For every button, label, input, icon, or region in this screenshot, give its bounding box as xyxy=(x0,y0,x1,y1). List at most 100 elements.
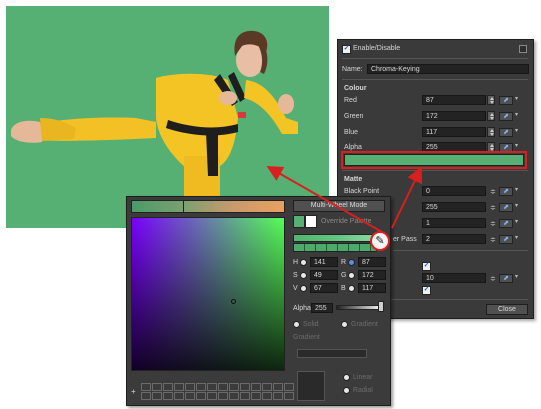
swatch-cell[interactable] xyxy=(185,392,195,400)
filter-pass-field[interactable]: 2 xyxy=(422,234,486,244)
swatch-cell[interactable] xyxy=(152,392,162,400)
green-spinner[interactable] xyxy=(487,111,495,121)
swatch-cell[interactable] xyxy=(152,383,162,391)
matte-gamma-field[interactable]: 1 xyxy=(422,218,486,228)
option-checkbox-2[interactable]: ✓ xyxy=(422,286,431,295)
blue-channel-radio[interactable] xyxy=(348,285,355,292)
red-field[interactable]: 87 xyxy=(422,95,486,105)
white-point-function-button[interactable]: ⬈ xyxy=(499,203,513,212)
swatch-cell[interactable] xyxy=(163,392,173,400)
override-palette-label[interactable]: Override Palette xyxy=(321,218,372,225)
swatch-cell[interactable] xyxy=(284,392,294,400)
swatch-cell[interactable] xyxy=(196,392,206,400)
hue-radio[interactable] xyxy=(300,259,307,266)
blue-function-button[interactable]: ⬈ xyxy=(499,128,513,137)
tone-strip[interactable] xyxy=(293,243,377,252)
karate-figure-illustration xyxy=(11,30,298,196)
green-field[interactable]: 172 xyxy=(422,111,486,121)
divider xyxy=(342,58,528,59)
swatch-cell[interactable] xyxy=(251,383,261,391)
value-radio[interactable] xyxy=(300,285,307,292)
red-channel-label: R xyxy=(341,259,347,266)
filter-pass-dropdown-icon[interactable]: ▾ xyxy=(515,234,521,243)
extra-stepper-icon[interactable]: ≑ xyxy=(490,275,496,283)
radial-radio[interactable] xyxy=(343,387,350,394)
extra-dropdown-icon[interactable]: ▾ xyxy=(515,273,521,282)
swatch-cell[interactable] xyxy=(229,392,239,400)
matte-gamma-dropdown-icon[interactable]: ▾ xyxy=(515,218,521,227)
swatch-cell[interactable] xyxy=(196,383,206,391)
matte-stepper-icon[interactable]: ≑ xyxy=(490,236,496,244)
enable-checkbox[interactable]: ✓ xyxy=(342,45,351,54)
option-checkbox-1[interactable]: ✓ xyxy=(422,262,431,271)
green-channel-field[interactable]: 172 xyxy=(358,270,386,280)
white-point-dropdown-icon[interactable]: ▾ xyxy=(515,202,521,211)
green-dropdown-icon[interactable]: ▾ xyxy=(515,111,521,120)
red-channel-radio[interactable] xyxy=(348,259,355,266)
colour-selector-cursor[interactable] xyxy=(231,299,236,304)
black-point-field[interactable]: 0 xyxy=(422,186,486,196)
linear-label: Linear xyxy=(353,374,373,381)
solid-radio[interactable] xyxy=(293,321,300,328)
matte-stepper-icon[interactable]: ≑ xyxy=(490,204,496,212)
swatch-cell[interactable] xyxy=(262,383,272,391)
red-dropdown-icon[interactable]: ▾ xyxy=(515,95,521,104)
colour-history-bar[interactable] xyxy=(131,200,285,213)
swatch-cell[interactable] xyxy=(262,392,272,400)
swatch-cell[interactable] xyxy=(141,383,151,391)
swatch-cell[interactable] xyxy=(141,392,151,400)
blue-field[interactable]: 117 xyxy=(422,127,486,137)
blue-spinner[interactable] xyxy=(487,127,495,137)
linear-radio[interactable] xyxy=(343,374,350,381)
swatch-cell[interactable] xyxy=(163,383,173,391)
gradient-radio[interactable] xyxy=(341,321,348,328)
swatch-cell[interactable] xyxy=(174,383,184,391)
matte-stepper-icon[interactable]: ≑ xyxy=(490,188,496,196)
swatch-cell[interactable] xyxy=(207,383,217,391)
swatch-cell[interactable] xyxy=(251,392,261,400)
swatch-cell[interactable] xyxy=(207,392,217,400)
alpha-dropdown-icon[interactable]: ▾ xyxy=(515,142,521,151)
value-strip[interactable] xyxy=(293,234,377,242)
matte-stepper-icon[interactable]: ≑ xyxy=(490,220,496,228)
hue-field[interactable]: 141 xyxy=(310,257,338,267)
alpha-value-field[interactable]: 255 xyxy=(311,303,333,313)
swatch-cell[interactable] xyxy=(284,383,294,391)
close-button[interactable]: Close xyxy=(486,304,528,315)
alpha-slider-handle[interactable] xyxy=(378,301,384,312)
swatch-cell[interactable] xyxy=(240,392,250,400)
panel-toggle-checkbox[interactable] xyxy=(519,45,527,53)
green-function-button[interactable]: ⬈ xyxy=(499,112,513,121)
alpha-slider-track[interactable] xyxy=(336,305,380,310)
saturation-radio[interactable] xyxy=(300,272,307,279)
swatch-cell[interactable] xyxy=(240,383,250,391)
add-swatch-icon[interactable]: + xyxy=(131,387,136,396)
saturation-field[interactable]: 49 xyxy=(310,270,338,280)
swatch-cell[interactable] xyxy=(218,383,228,391)
value-field[interactable]: 67 xyxy=(310,283,338,293)
filter-pass-function-button[interactable]: ⬈ xyxy=(499,235,513,244)
matte-gamma-function-button[interactable]: ⬈ xyxy=(499,219,513,228)
extra-value-field[interactable]: 10 xyxy=(422,273,486,283)
swatch-cell[interactable] xyxy=(229,383,239,391)
blue-channel-field[interactable]: 117 xyxy=(358,283,386,293)
swatch-cell[interactable] xyxy=(185,383,195,391)
swatch-cell[interactable] xyxy=(273,392,283,400)
red-channel-field[interactable]: 87 xyxy=(358,257,386,267)
extra-function-button[interactable]: ⬈ xyxy=(499,274,513,283)
colour-spectrum-square[interactable] xyxy=(131,217,285,371)
white-point-field[interactable]: 255 xyxy=(422,202,486,212)
red-spinner[interactable] xyxy=(487,95,495,105)
black-point-function-button[interactable]: ⬈ xyxy=(499,187,513,196)
swatch-cell[interactable] xyxy=(174,392,184,400)
black-point-dropdown-icon[interactable]: ▾ xyxy=(515,186,521,195)
green-channel-radio[interactable] xyxy=(348,272,355,279)
layer-name-field[interactable]: Chroma-Keying xyxy=(367,64,529,74)
red-function-button[interactable]: ⬈ xyxy=(499,96,513,105)
gradient-preview-bar[interactable] xyxy=(297,349,367,358)
swatch-cell[interactable] xyxy=(273,383,283,391)
multi-wheel-mode-button[interactable]: Multi-Wheel Mode xyxy=(293,200,385,212)
swatch-cell[interactable] xyxy=(218,392,228,400)
blue-dropdown-icon[interactable]: ▾ xyxy=(515,127,521,136)
eyedropper-icon[interactable]: ✎ xyxy=(370,231,390,251)
